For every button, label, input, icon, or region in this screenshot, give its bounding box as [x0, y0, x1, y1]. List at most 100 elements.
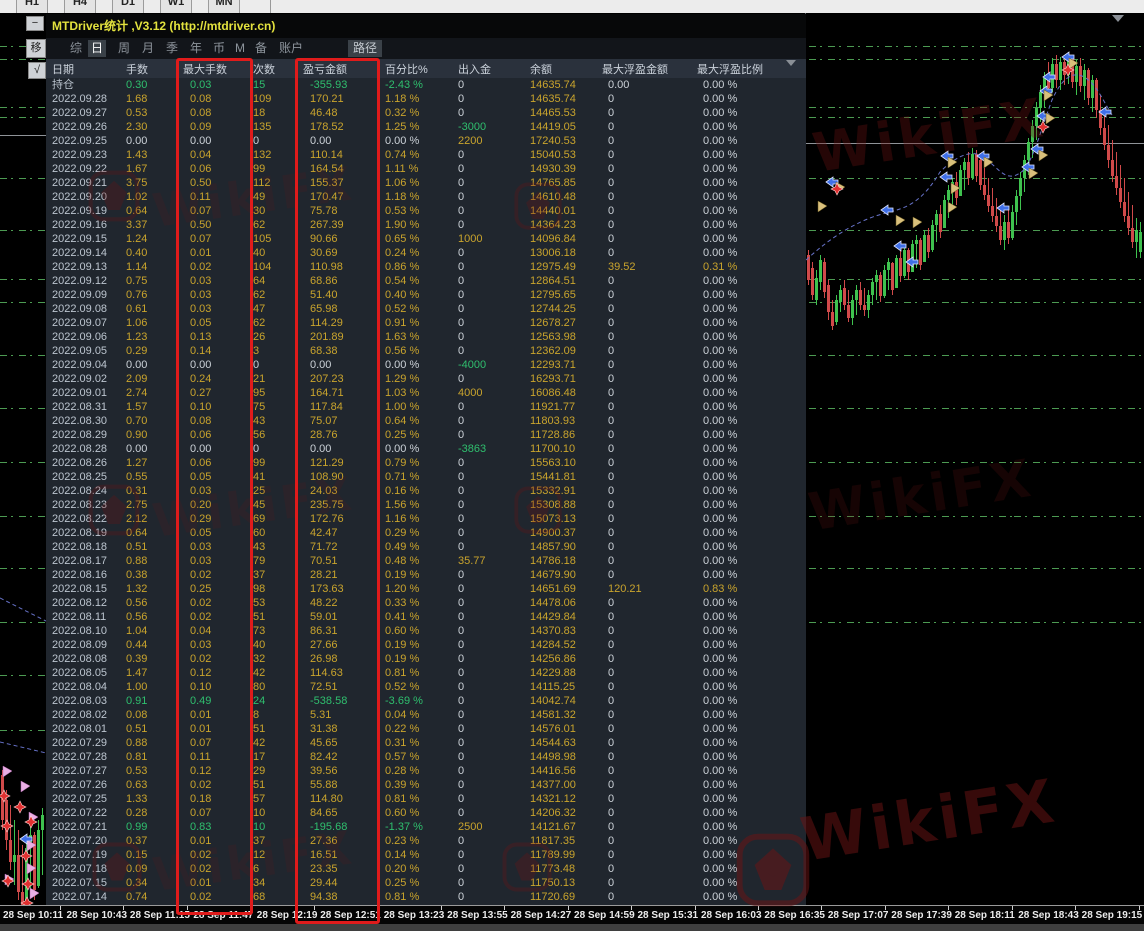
- value-cell: 1.63 %: [385, 330, 419, 344]
- value-cell: 0: [608, 498, 614, 512]
- menu-item-9[interactable]: 备: [252, 40, 270, 57]
- time-axis-label: 28 Sep 16:35: [764, 910, 825, 921]
- date-cell: 2022.09.26: [52, 120, 107, 134]
- value-cell: 0: [608, 806, 614, 820]
- table-row: 2022.08.170.880.037970.510.48 %35.771478…: [46, 554, 806, 568]
- candle-body: [987, 195, 990, 206]
- value-cell: 0: [458, 666, 464, 680]
- date-cell: 2022.07.19: [52, 848, 107, 862]
- menu-item-4[interactable]: 月: [139, 40, 157, 57]
- time-axis-tick: [758, 906, 759, 910]
- value-cell: 0: [458, 302, 464, 316]
- value-cell: 0.00: [126, 134, 147, 148]
- menu-item-2[interactable]: 日: [88, 40, 106, 57]
- value-cell: 0.31 %: [703, 260, 737, 274]
- value-cell: 0.00 %: [703, 652, 737, 666]
- scroll-to-end-icon[interactable]: [1112, 15, 1124, 22]
- value-cell: 24: [253, 694, 265, 708]
- value-cell: 0.00 %: [703, 834, 737, 848]
- date-cell: 2022.07.14: [52, 890, 107, 904]
- date-cell: 2022.09.19: [52, 204, 107, 218]
- candle-body: [1047, 78, 1050, 88]
- candle-body: [983, 185, 986, 195]
- date-cell: 2022.07.21: [52, 820, 107, 834]
- path-button[interactable]: 路径: [348, 40, 382, 57]
- value-cell: 12975.49: [530, 260, 576, 274]
- header-scroll-icon[interactable]: [786, 60, 796, 66]
- menu-item-3[interactable]: 周: [115, 40, 133, 57]
- candle-wick: [992, 188, 993, 222]
- value-cell: 0.00 %: [703, 302, 737, 316]
- indicator-minimize-button[interactable]: −: [26, 16, 44, 31]
- timeframe-button-h1[interactable]: H1: [16, 0, 48, 14]
- value-cell: 0.00 %: [703, 78, 737, 92]
- value-cell: 0.00 %: [703, 512, 737, 526]
- value-cell: 2.74: [126, 386, 147, 400]
- value-cell: 10: [253, 806, 265, 820]
- grid-line: [0, 568, 46, 569]
- value-cell: 0.24 %: [385, 246, 419, 260]
- time-axis-label: 28 Sep 15:31: [638, 910, 699, 921]
- candle-body: [955, 182, 958, 198]
- menu-item-6[interactable]: 年: [187, 40, 205, 57]
- timeframe-button-h4[interactable]: H4: [64, 0, 96, 14]
- time-axis-label: 28 Sep 17:07: [828, 910, 889, 921]
- candle-wick: [14, 820, 15, 885]
- table-row: 2022.08.300.700.084375.070.64 %011803.93…: [46, 414, 806, 428]
- value-cell: 0.00 %: [703, 442, 737, 456]
- check-button[interactable]: √: [28, 62, 46, 79]
- grid-line: [0, 462, 46, 463]
- value-cell: 132: [253, 148, 271, 162]
- value-cell: 0.54 %: [385, 274, 419, 288]
- menu-item-7[interactable]: 币: [210, 40, 228, 57]
- value-cell: 0.00 %: [703, 386, 737, 400]
- date-cell: 2022.08.31: [52, 400, 107, 414]
- value-cell: -4000: [458, 358, 486, 372]
- menu-item-5[interactable]: 季: [163, 40, 181, 57]
- value-cell: 0: [458, 162, 464, 176]
- time-axis-tick: [441, 906, 442, 910]
- value-cell: 0.20 %: [385, 862, 419, 876]
- table-row: 2022.07.280.810.111782.420.57 %014498.98…: [46, 750, 806, 764]
- column-header: 手数: [126, 61, 148, 77]
- value-cell: 0.00 %: [703, 708, 737, 722]
- value-cell: 0: [253, 358, 259, 372]
- buy-arrow-icon: [881, 205, 893, 215]
- value-cell: 0.37: [126, 834, 147, 848]
- value-cell: 12744.25: [530, 302, 576, 316]
- move-button[interactable]: 移: [26, 39, 46, 58]
- value-cell: 1.25 %: [385, 120, 419, 134]
- date-cell: 2022.08.02: [52, 708, 107, 722]
- table-row: 2022.08.051.470.1242114.630.81 %014229.8…: [46, 666, 806, 680]
- tp-triangle-icon: [1039, 150, 1048, 161]
- menu-item-1[interactable]: 综: [67, 40, 85, 57]
- highlight-rectangle-2: [295, 58, 380, 924]
- sell-star-icon: [14, 801, 26, 813]
- menu-item-10[interactable]: 账户: [276, 40, 306, 57]
- timeframe-button-w1[interactable]: W1: [160, 0, 192, 14]
- timeframe-button-d1[interactable]: D1: [112, 0, 144, 14]
- table-row: 2022.09.231.430.04132110.140.74 %015040.…: [46, 148, 806, 162]
- candle-body: [1119, 188, 1122, 202]
- price-line: [806, 143, 1144, 144]
- value-cell: 0: [458, 540, 464, 554]
- value-cell: 0: [458, 694, 464, 708]
- date-cell: 2022.08.16: [52, 568, 107, 582]
- value-cell: 0: [458, 470, 464, 484]
- table-row: 2022.08.232.750.2045235.751.56 %015308.8…: [46, 498, 806, 512]
- value-cell: 0: [458, 750, 464, 764]
- value-cell: 2.30: [126, 120, 147, 134]
- table-row: 2022.08.041.000.108072.510.52 %014115.25…: [46, 680, 806, 694]
- value-cell: 0.53: [126, 106, 147, 120]
- value-cell: 0: [458, 288, 464, 302]
- timeframe-button-mn[interactable]: MN: [208, 0, 240, 14]
- table-row: 2022.08.311.570.1075117.841.00 %011921.7…: [46, 400, 806, 414]
- table-row: 2022.09.050.290.14368.380.56 %012362.090…: [46, 344, 806, 358]
- menu-item-8[interactable]: M: [232, 40, 248, 57]
- value-cell: 0.28 %: [385, 764, 419, 778]
- candle-body: [887, 262, 890, 270]
- candle-body: [871, 282, 874, 295]
- value-cell: 53: [253, 596, 265, 610]
- date-cell: 2022.09.25: [52, 134, 107, 148]
- value-cell: 0: [458, 316, 464, 330]
